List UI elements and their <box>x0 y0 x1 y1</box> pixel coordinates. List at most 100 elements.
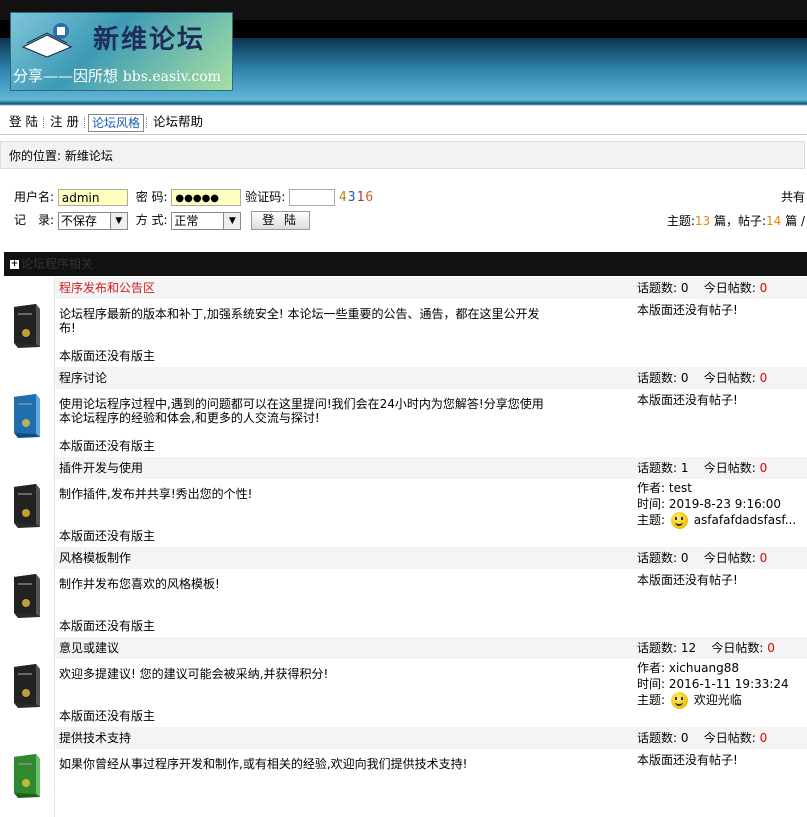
forum-row: 程序发布和公告区 话题数: 0 今日帖数: 0 论坛程序最新的版本和补丁,加强系统安… <box>4 277 807 367</box>
last-post-empty: 本版面还没有帖子! <box>637 573 738 587</box>
topics-count: 0 <box>680 731 689 745</box>
today-label: 今日帖数: <box>711 641 764 655</box>
forum-header: 风格模板制作 话题数: 0 今日帖数: 0 <box>55 547 807 569</box>
site-logo[interactable]: 新维论坛 分享——因所想 bbs.easiv.com <box>10 12 233 91</box>
forum-icon-cell <box>4 637 55 727</box>
nav-login[interactable]: 登 陆 <box>6 114 41 129</box>
forum-description: 制作并发布您喜欢的风格模板! <box>59 577 220 591</box>
nav-separator <box>83 117 86 128</box>
username-input[interactable]: admin <box>57 189 128 206</box>
login-button[interactable]: 登 陆 <box>251 211 311 230</box>
forum-description: 如果你曾经从事过程序开发和制作,或有相关的经验,欢迎向我们提供技术支持! <box>59 757 468 771</box>
last-post-time-label: 时间: <box>637 676 666 691</box>
forum-header: 意见或建议 话题数: 12 今日帖数: 0 <box>55 637 807 659</box>
password-label: 密 码: <box>135 190 168 204</box>
mode-select[interactable]: 正常 ▼ <box>171 211 242 230</box>
forum-counts: 话题数: 12 今日帖数: 0 <box>637 637 775 659</box>
last-post-time-label: 时间: <box>637 496 666 511</box>
forum-counts: 话题数: 0 今日帖数: 0 <box>637 367 767 389</box>
today-count: 0 <box>759 371 768 385</box>
smiley-icon <box>670 692 688 709</box>
today-count: 0 <box>759 461 768 475</box>
topics-label: 话题数: <box>637 731 678 745</box>
nav-separator <box>42 117 45 128</box>
logo-domain: bbs.easiv.com <box>122 69 221 85</box>
chevron-down-icon: ▼ <box>223 212 241 229</box>
breadcrumb-label: 你的位置: <box>9 149 62 163</box>
forum-name-link[interactable]: 插件开发与使用 <box>59 457 143 479</box>
box-dark-icon[interactable] <box>10 483 42 529</box>
nav-register[interactable]: 注 册 <box>47 114 82 129</box>
login-form: 用户名: admin 密 码: ●●●●● 验证码: 4316 记 录: 不保存… <box>0 185 807 235</box>
topics-count: 1 <box>680 461 689 475</box>
last-post-author-label: 作者: <box>637 661 666 675</box>
forum-name-link[interactable]: 程序讨论 <box>59 367 107 389</box>
last-post-empty: 本版面还没有帖子! <box>637 753 738 767</box>
forum-name-link[interactable]: 程序发布和公告区 <box>59 277 155 299</box>
forum-counts: 话题数: 0 今日帖数: 0 <box>637 547 767 569</box>
box-dark-icon[interactable] <box>10 663 42 709</box>
captcha-image[interactable]: 4316 <box>339 190 374 205</box>
forum-icon-cell <box>4 277 55 367</box>
forum-name-link[interactable]: 提供技术支持 <box>59 727 131 749</box>
last-post-time: 2019-8-23 9:16:00 <box>668 496 782 511</box>
topics-count: 0 <box>680 551 689 565</box>
last-post-author-label: 作者: <box>637 481 666 495</box>
logo-slogan: 分享——因所想 <box>13 67 119 85</box>
stats-posts-unit: 篇 / <box>781 214 805 228</box>
last-post-author[interactable]: test <box>669 481 692 495</box>
forum-name-link[interactable]: 意见或建议 <box>59 637 119 659</box>
forum-row: 意见或建议 话题数: 12 今日帖数: 0 欢迎多提建议! 您的建议可能会被采纳,并… <box>4 637 807 727</box>
last-post-subject[interactable]: 欢迎光临 <box>694 693 742 707</box>
today-label: 今日帖数: <box>703 731 756 745</box>
forum-counts: 话题数: 1 今日帖数: 0 <box>637 457 767 479</box>
smiley-icon <box>670 512 688 529</box>
last-post-empty: 本版面还没有帖子! <box>637 393 738 407</box>
forum-moderator: 本版面还没有版主 <box>59 529 156 543</box>
forum-icon-cell <box>4 367 55 457</box>
topics-label: 话题数: <box>637 281 678 295</box>
logo-title: 新维论坛 <box>93 25 206 55</box>
today-count: 0 <box>759 551 768 565</box>
forum-header: 程序发布和公告区 话题数: 0 今日帖数: 0 <box>55 277 807 299</box>
captcha-input[interactable] <box>289 189 336 206</box>
category-title: 论坛程序相关 <box>21 257 94 271</box>
topics-count: 12 <box>680 641 697 655</box>
record-select[interactable]: 不保存 ▼ <box>57 211 128 230</box>
today-label: 今日帖数: <box>703 281 756 295</box>
last-post-time: 2016-1-11 19:33:24 <box>668 676 789 691</box>
today-count: 0 <box>759 731 768 745</box>
forum-moderator: 本版面还没有版主 <box>59 709 156 723</box>
stats-topics-label: 主题: <box>666 214 695 228</box>
forum-description: 制作插件,发布并共享!秀出您的个性! <box>59 487 253 501</box>
topics-label: 话题数: <box>637 461 678 475</box>
nav-style[interactable]: 论坛风格 <box>87 113 144 132</box>
forum-header: 提供技术支持 话题数: 0 今日帖数: 0 <box>55 727 807 749</box>
box-dark-icon[interactable] <box>10 573 42 619</box>
top-nav: 登 陆注 册论坛风格 论坛帮助 <box>0 110 807 135</box>
nav-separator <box>145 117 148 128</box>
forum-description: 使用论坛程序过程中,遇到的问题都可以在这里提问!我们会在24小时内为您解答!分享… <box>59 397 544 425</box>
record-label: 记 录: <box>14 213 55 227</box>
last-post-subject[interactable]: asfafafdadsfasf... <box>694 513 796 527</box>
stats-topics-unit: 篇，帖子: <box>710 214 767 228</box>
last-post-author[interactable]: xichuang88 <box>669 661 739 675</box>
forum-icon-cell <box>4 727 55 817</box>
box-green-icon[interactable] <box>10 753 42 799</box>
forum-stats: 共有 主题:13 篇，帖子:14 篇 / <box>667 185 805 233</box>
box-dark-icon[interactable] <box>10 303 42 349</box>
book-icon <box>21 23 73 58</box>
nav-help[interactable]: 论坛帮助 <box>150 114 206 129</box>
breadcrumb-home[interactable]: 新维论坛 <box>65 149 113 163</box>
stats-line2: 主题:13 篇，帖子:14 篇 / <box>667 209 805 233</box>
forum-header: 插件开发与使用 话题数: 1 今日帖数: 0 <box>55 457 807 479</box>
forum-name-link[interactable]: 风格模板制作 <box>59 547 131 569</box>
forum-row: 风格模板制作 话题数: 0 今日帖数: 0 制作并发布您喜欢的风格模板! 本版面还没有… <box>4 547 807 637</box>
username-label: 用户名: <box>14 190 55 204</box>
category-header[interactable]: + 论坛程序相关 <box>4 252 807 276</box>
password-input[interactable]: ●●●●● <box>171 189 242 206</box>
box-blue-icon[interactable] <box>10 393 42 439</box>
expand-icon[interactable]: + <box>10 260 19 269</box>
header-banner: 新维论坛 分享——因所想 bbs.easiv.com <box>0 0 807 106</box>
forum-description: 欢迎多提建议! 您的建议可能会被采纳,并获得积分! <box>59 667 329 681</box>
